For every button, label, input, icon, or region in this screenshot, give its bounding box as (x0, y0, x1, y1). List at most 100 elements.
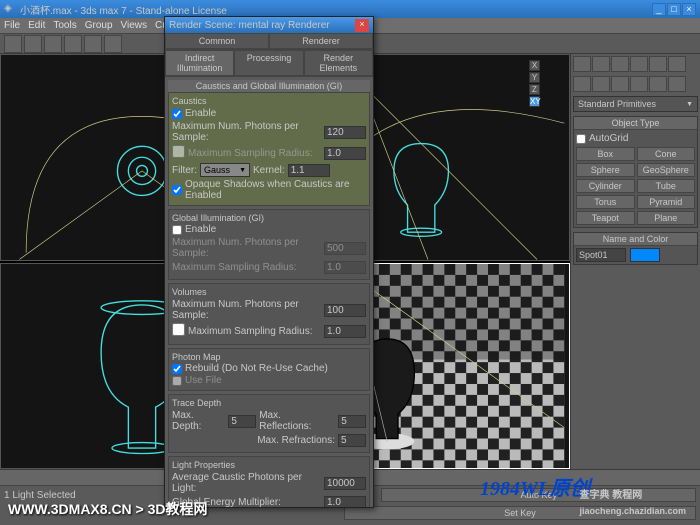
refr-spinner[interactable]: 5 (338, 434, 366, 447)
app-icon: ◈ (4, 3, 16, 15)
maximize-button[interactable]: □ (667, 3, 681, 16)
tool-rotate[interactable] (84, 35, 102, 53)
axis-x[interactable]: X (529, 60, 540, 71)
light-label: Light Properties (172, 460, 366, 470)
gi-radius-label: Maximum Sampling Radius: (172, 262, 321, 273)
menu-views[interactable]: Views (121, 20, 148, 31)
btn-pyramid[interactable]: Pyramid (637, 195, 696, 209)
autogrid-label: AutoGrid (589, 133, 628, 144)
max-photons-label: Maximum Num. Photons per Sample: (172, 121, 321, 143)
minimize-button[interactable]: _ (652, 3, 666, 16)
watermark-url: WWW.3DMAX8.CN > 3D教程网 (8, 499, 208, 519)
vol-radius-checkbox[interactable] (172, 323, 185, 336)
gi-enable-checkbox[interactable] (172, 225, 182, 235)
refl-spinner[interactable]: 5 (338, 415, 366, 428)
refl-label: Max. Reflections: (259, 410, 335, 432)
btn-torus[interactable]: Torus (576, 195, 635, 209)
dialog-titlebar[interactable]: Render Scene: mental ray Renderer × (165, 17, 373, 33)
tab-renderer[interactable]: Renderer (269, 33, 373, 49)
panel-tabs (573, 56, 698, 72)
btn-teapot[interactable]: Teapot (576, 211, 635, 225)
vol-radius-spinner[interactable]: 1.0 (324, 325, 366, 338)
btn-cylinder[interactable]: Cylinder (576, 179, 635, 193)
tool-move[interactable] (64, 35, 82, 53)
caustics-enable-checkbox[interactable] (172, 109, 182, 119)
usefile-checkbox[interactable] (172, 376, 182, 386)
tab-modify[interactable] (592, 56, 610, 72)
tab-processing[interactable]: Processing (234, 50, 303, 76)
dialog-tabs-2: Indirect Illumination Processing Render … (165, 50, 373, 77)
trace-label: Trace Depth (172, 398, 366, 408)
tab-display[interactable] (649, 56, 667, 72)
object-type-header[interactable]: Object Type (574, 117, 697, 130)
tool-select[interactable] (44, 35, 62, 53)
btn-geosphere[interactable]: GeoSphere (637, 163, 696, 177)
tab-elements[interactable]: Render Elements (304, 50, 373, 76)
name-color-header[interactable]: Name and Color (574, 233, 697, 246)
menu-file[interactable]: File (4, 20, 20, 31)
close-button[interactable]: × (682, 3, 696, 16)
menu-edit[interactable]: Edit (28, 20, 45, 31)
btn-plane[interactable]: Plane (637, 211, 696, 225)
menu-group[interactable]: Group (85, 20, 113, 31)
app-title: 小酒杯.max - 3ds max 7 - Stand-alone Licens… (20, 2, 227, 17)
tool-scale[interactable] (104, 35, 122, 53)
subtab-lights[interactable] (611, 76, 629, 92)
axis-y[interactable]: Y (529, 72, 540, 83)
energy-spinner[interactable]: 1.0 (324, 496, 366, 507)
dialog-title: Render Scene: mental ray Renderer (169, 20, 330, 31)
menu-tools[interactable]: Tools (53, 20, 76, 31)
command-panel: Standard Primitives Object Type AutoGrid… (570, 54, 700, 469)
dialog-close-button[interactable]: × (355, 19, 369, 32)
caustics-gi-header[interactable]: Caustics and Global Illumination (GI) (168, 80, 370, 92)
gi-photons-spinner[interactable]: 500 (324, 242, 366, 255)
volumes-label: Volumes (172, 287, 366, 297)
tool-redo[interactable] (24, 35, 42, 53)
subtab-space[interactable] (668, 76, 686, 92)
axis-xy[interactable]: XY (529, 96, 540, 107)
tab-common[interactable]: Common (165, 33, 269, 49)
kernel-spinner[interactable]: 1.1 (288, 164, 330, 177)
rebuild-checkbox[interactable] (172, 364, 182, 374)
gi-label: Global Illumination (GI) (172, 213, 366, 223)
object-name-input[interactable] (576, 248, 626, 262)
watermark-signature: 1984WL原创 (480, 472, 590, 501)
subtab-helpers[interactable] (649, 76, 667, 92)
caustics-label: Caustics (172, 96, 366, 106)
primitive-dropdown[interactable]: Standard Primitives (573, 96, 698, 112)
tab-hierarchy[interactable] (611, 56, 629, 72)
btn-cone[interactable]: Cone (637, 147, 696, 161)
max-radius-spinner[interactable]: 1.0 (324, 147, 366, 160)
btn-tube[interactable]: Tube (637, 179, 696, 193)
btn-sphere[interactable]: Sphere (576, 163, 635, 177)
tab-utilities[interactable] (668, 56, 686, 72)
gi-radius-spinner[interactable]: 1.0 (324, 261, 366, 274)
subtab-shapes[interactable] (592, 76, 610, 92)
max-radius-checkbox[interactable] (172, 145, 185, 158)
vol-photons-spinner[interactable]: 100 (324, 304, 366, 317)
tab-indirect[interactable]: Indirect Illumination (165, 50, 234, 76)
btn-box[interactable]: Box (576, 147, 635, 161)
tab-motion[interactable] (630, 56, 648, 72)
opaque-checkbox[interactable] (172, 185, 182, 195)
depth-label: Max. Depth: (172, 410, 225, 432)
window-controls: _ □ × (652, 3, 696, 16)
depth-spinner[interactable]: 5 (228, 415, 256, 428)
tool-undo[interactable] (4, 35, 22, 53)
filter-dropdown[interactable]: Gauss (200, 163, 250, 177)
subtab-geometry[interactable] (573, 76, 591, 92)
render-dialog: Render Scene: mental ray Renderer × Comm… (164, 16, 374, 508)
avg-label: Average Caustic Photons per Light: (172, 472, 321, 494)
vol-radius-label: Maximum Sampling Radius: (188, 326, 321, 337)
subtab-cameras[interactable] (630, 76, 648, 92)
gi-photons-label: Maximum Num. Photons per Sample: (172, 237, 321, 259)
gi-enable-label: Enable (185, 224, 216, 235)
tab-create[interactable] (573, 56, 591, 72)
color-swatch[interactable] (630, 248, 660, 262)
max-photons-spinner[interactable]: 120 (324, 126, 366, 139)
avg-spinner[interactable]: 10000 (324, 477, 366, 490)
filter-label: Filter: (172, 165, 197, 176)
autogrid-checkbox[interactable] (576, 134, 586, 144)
refr-label: Max. Refractions: (257, 435, 335, 446)
axis-z[interactable]: Z (529, 84, 540, 95)
